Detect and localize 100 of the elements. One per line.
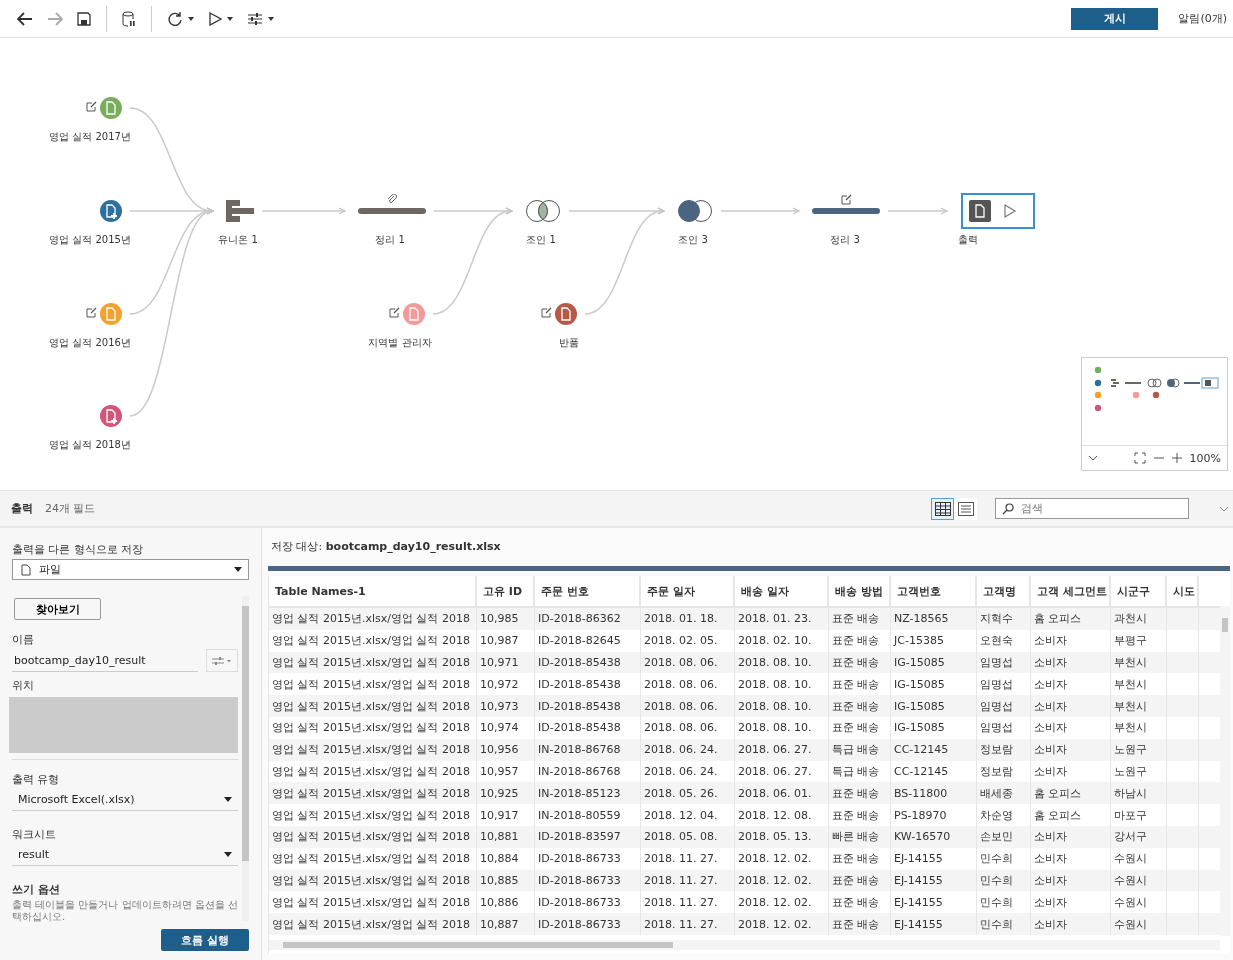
edit-icon[interactable]	[86, 307, 97, 318]
column-header[interactable]: 배송 일자	[735, 576, 829, 606]
union-icon[interactable]	[226, 200, 254, 222]
table-cell: 표준 배송	[829, 782, 891, 805]
table-cell: 영업 실적 2015년.xlsx/영업 실적 2018	[269, 738, 477, 761]
output-type-label: 출력 유형	[12, 772, 61, 787]
name-field[interactable]: bootcamp_day10_result	[12, 649, 198, 672]
save-as-label: 출력을 다른 형식으로 저장	[12, 542, 145, 557]
edit-icon[interactable]	[541, 307, 552, 318]
step-label: 지역별 관리자	[368, 336, 432, 350]
table-cell: 2018. 11. 27.	[641, 913, 735, 935]
table-cell: 영업 실적 2015년.xlsx/영업 실적 2018	[269, 651, 477, 674]
collapse-icon[interactable]	[1088, 455, 1098, 461]
browse-button[interactable]: 찾아보기	[14, 598, 101, 620]
column-header[interactable]: 시도	[1167, 576, 1199, 606]
column-header[interactable]: 고객번호	[891, 576, 977, 606]
table-cell: 2018. 08. 06.	[641, 695, 735, 717]
table-cell: 영업 실적 2015년.xlsx/영업 실적 2018	[269, 847, 477, 870]
table-cell: 2018. 11. 27.	[641, 869, 735, 892]
table-cell: 임명섭	[977, 717, 1031, 739]
table-cell: BS-11800	[891, 782, 977, 805]
table-cell: 홈 오피스	[1031, 782, 1111, 805]
sliders-icon	[247, 11, 263, 26]
table-cell: 부천시	[1111, 695, 1167, 717]
caret-icon	[224, 797, 232, 802]
join-icon[interactable]	[524, 199, 562, 223]
table-cell: 부천시	[1111, 717, 1167, 739]
back-arrow-icon	[17, 11, 33, 26]
table-cell: 소비자	[1031, 738, 1111, 761]
table-cell: ID-2018-86733	[535, 869, 641, 892]
publish-button[interactable]: 게시	[1071, 7, 1159, 30]
caret-icon	[234, 567, 242, 572]
table-cell: 2018. 08. 10.	[735, 695, 829, 717]
search-field[interactable]: 검색	[995, 498, 1189, 519]
minimap[interactable]: 100%	[1081, 357, 1228, 471]
column-header[interactable]: 주문 일자	[641, 576, 735, 606]
collapse-icon[interactable]	[1219, 505, 1229, 512]
caret-icon	[268, 16, 274, 21]
table-cell: 표준 배송	[829, 804, 891, 826]
table-cell: 차순영	[977, 804, 1031, 826]
table-icon	[934, 501, 951, 516]
column-header[interactable]: 고객명	[977, 576, 1031, 606]
grid-view-button[interactable]	[931, 497, 954, 520]
step-label: 영업 실적 2017년	[49, 130, 131, 144]
table-cell: 표준 배송	[829, 629, 891, 652]
edit-icon[interactable]	[389, 307, 400, 318]
table-cell: 표준 배송	[829, 608, 891, 630]
edit-icon[interactable]	[86, 101, 97, 112]
table-cell: ID-2018-83597	[535, 825, 641, 848]
caret-icon	[188, 16, 194, 21]
scrollbar[interactable]	[242, 596, 249, 921]
scrollbar[interactable]	[269, 940, 1220, 950]
table-cell: KW-16570	[891, 825, 977, 848]
table-cell: 10,925	[477, 782, 535, 805]
table-cell: 부평구	[1111, 629, 1167, 652]
write-options-label: 쓰기 옵션	[12, 882, 61, 897]
column-header[interactable]: Table Names-1	[269, 576, 477, 606]
list-icon	[957, 501, 974, 516]
table-cell: 과천시	[1111, 608, 1167, 630]
table-cell: 소비자	[1031, 629, 1111, 652]
caret-icon	[227, 16, 233, 21]
edit-icon[interactable]	[841, 194, 852, 205]
play-icon[interactable]	[1003, 204, 1017, 218]
save-as-dropdown[interactable]: 파일	[12, 559, 249, 580]
column-header[interactable]: 주문 번호	[535, 576, 641, 606]
name-label: 이름	[12, 632, 35, 647]
alerts-link[interactable]: 알림(0개)	[1178, 11, 1227, 26]
data-file-icon[interactable]	[99, 199, 123, 223]
table-cell: 10,974	[477, 717, 535, 739]
column-header[interactable]: 고객 세그먼트	[1031, 576, 1111, 606]
run-flow-button[interactable]: 흐름 실행	[161, 929, 249, 951]
fit-view-icon[interactable]	[1133, 452, 1146, 464]
scrollbar[interactable]	[1220, 606, 1230, 936]
worksheet-label: 워크시트	[12, 827, 57, 842]
output-type-dropdown[interactable]: Microsoft Excel(.xlsx)	[12, 789, 238, 811]
join-icon[interactable]	[676, 199, 714, 223]
worksheet-dropdown[interactable]: result	[12, 844, 238, 866]
data-file-icon[interactable]	[99, 404, 123, 428]
table-cell: 영업 실적 2015년.xlsx/영업 실적 2018	[269, 869, 477, 892]
list-view-button[interactable]	[954, 497, 977, 520]
table-cell: 민수희	[977, 847, 1031, 870]
zoom-in-icon[interactable]	[1171, 453, 1182, 463]
column-header[interactable]: 시군구	[1111, 576, 1167, 606]
table-cell: 민수희	[977, 913, 1031, 935]
database-pause-icon	[122, 10, 136, 27]
column-header[interactable]: 고유 ID	[477, 576, 535, 606]
output-step[interactable]	[961, 193, 1035, 229]
table-cell: 소비자	[1031, 825, 1111, 848]
step-label: 반품	[559, 336, 579, 350]
table-cell: 10,881	[477, 825, 535, 848]
table-cell: EJ-14155	[891, 847, 977, 870]
data-file-icon[interactable]	[554, 302, 578, 326]
table-cell: IG-15085	[891, 651, 977, 674]
table-cell: 마포구	[1111, 804, 1167, 826]
table-cell: ID-2018-86733	[535, 913, 641, 935]
table-cell: 소비자	[1031, 913, 1111, 935]
table-cell: 2018. 08. 06.	[641, 651, 735, 674]
paperclip-icon[interactable]	[387, 194, 397, 204]
column-header[interactable]: 배송 방법	[829, 576, 891, 606]
table-cell: 영업 실적 2015년.xlsx/영업 실적 2018	[269, 717, 477, 739]
